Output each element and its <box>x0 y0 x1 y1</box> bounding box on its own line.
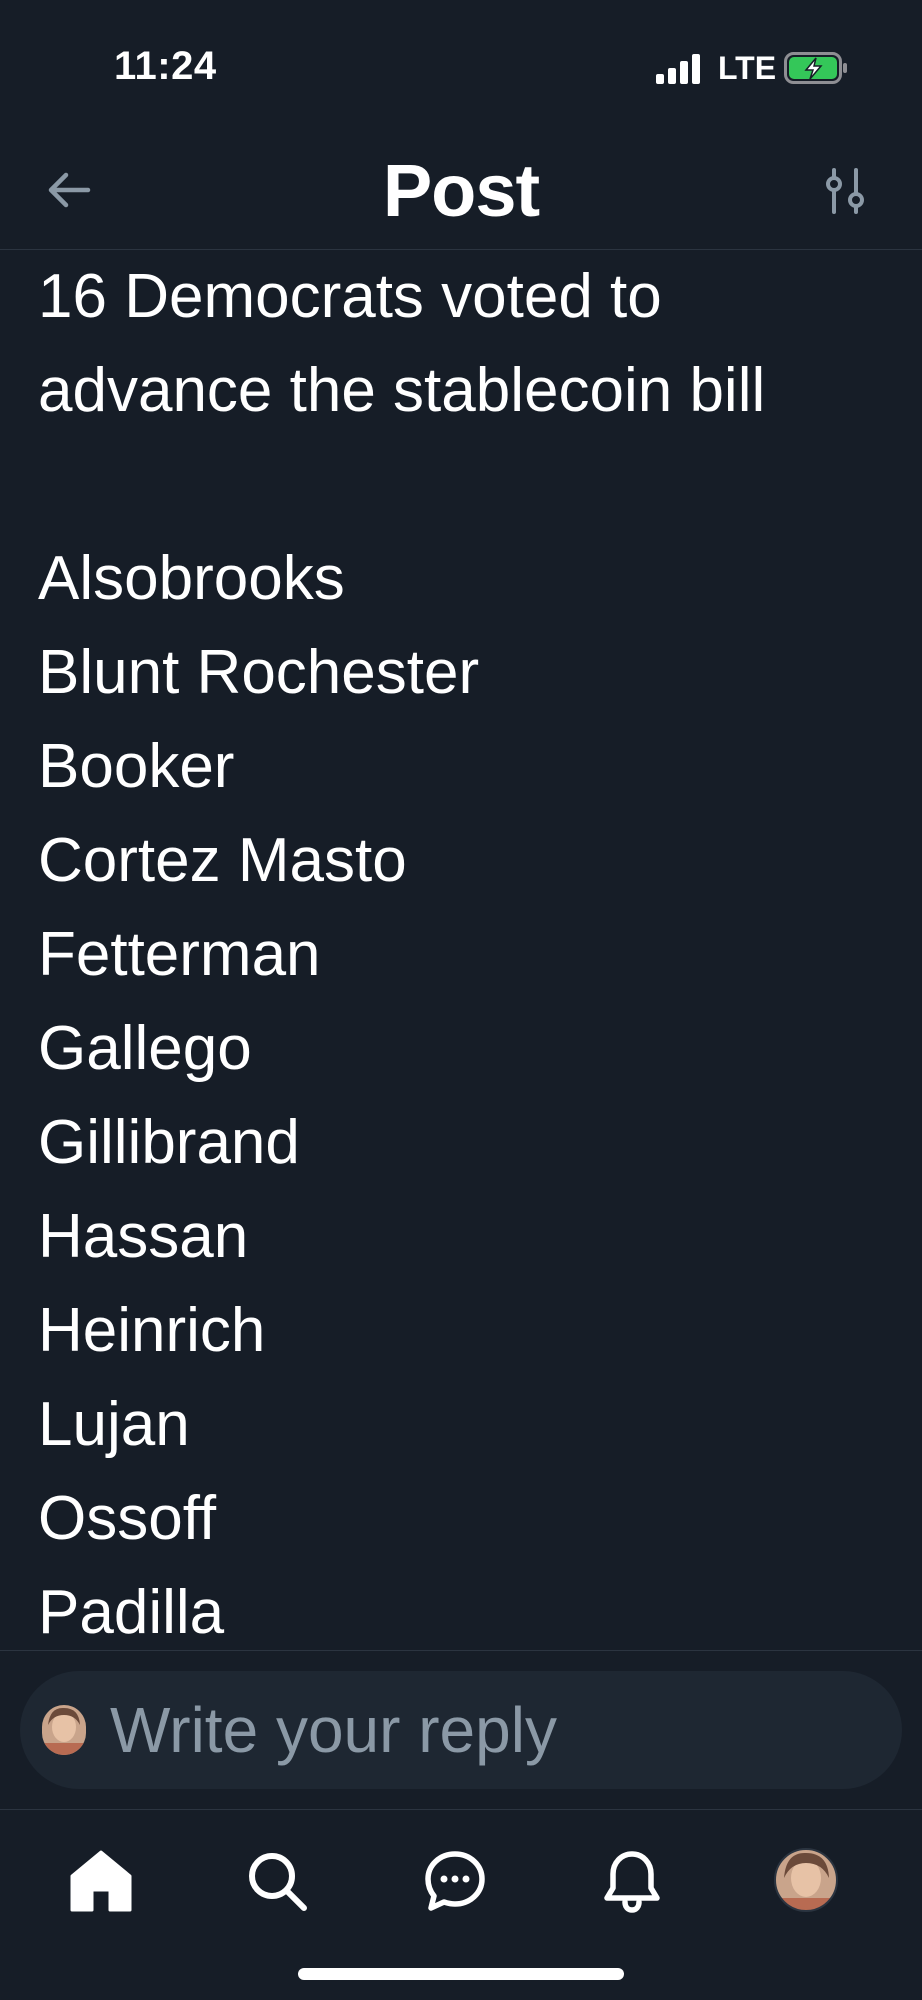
profile-avatar[interactable] <box>774 1848 838 1912</box>
home-indicator <box>298 1968 624 1980</box>
chat-icon[interactable] <box>420 1846 490 1916</box>
signal-icon <box>656 52 704 84</box>
senator-name: Hassan <box>38 1202 249 1271</box>
post-content: 16 Democrats voted to advance the stable… <box>0 250 922 1650</box>
senator-name: Gillibrand <box>38 1108 300 1177</box>
status-time: 11:24 <box>114 44 217 88</box>
senator-name: Heinrich <box>38 1296 266 1365</box>
status-bar: 11:24 LTE <box>0 0 922 130</box>
sliders-icon[interactable] <box>818 164 872 218</box>
reply-placeholder: Write your reply <box>110 1694 557 1766</box>
bell-icon[interactable] <box>597 1846 667 1916</box>
senator-name: Ossoff <box>38 1484 217 1553</box>
senator-name: Cortez Masto <box>38 826 407 895</box>
search-icon[interactable] <box>242 1846 312 1916</box>
senator-name: Lujan <box>38 1390 190 1459</box>
post-text: 16 Democrats voted to advance the stable… <box>38 250 898 1650</box>
senator-name: Booker <box>38 732 235 801</box>
senator-name: Gallego <box>38 1014 252 1083</box>
senator-name: Alsobrooks <box>38 544 345 613</box>
reply-bar: Write your reply <box>0 1650 922 1810</box>
network-label: LTE <box>718 50 777 86</box>
senator-name: Fetterman <box>38 920 321 989</box>
page-title: Post <box>382 149 540 232</box>
user-avatar <box>42 1705 86 1755</box>
tab-bar <box>0 1810 922 2000</box>
post-header: Post <box>0 130 922 250</box>
post-intro-line: 16 Democrats voted to <box>38 262 662 331</box>
senator-name: Padilla <box>38 1578 225 1647</box>
reply-input[interactable]: Write your reply <box>20 1671 902 1789</box>
senator-name: Blunt Rochester <box>38 638 480 707</box>
home-icon[interactable] <box>66 1846 136 1916</box>
battery-charging-icon <box>784 52 847 84</box>
post-intro-line: advance the stablecoin bill <box>38 356 766 425</box>
